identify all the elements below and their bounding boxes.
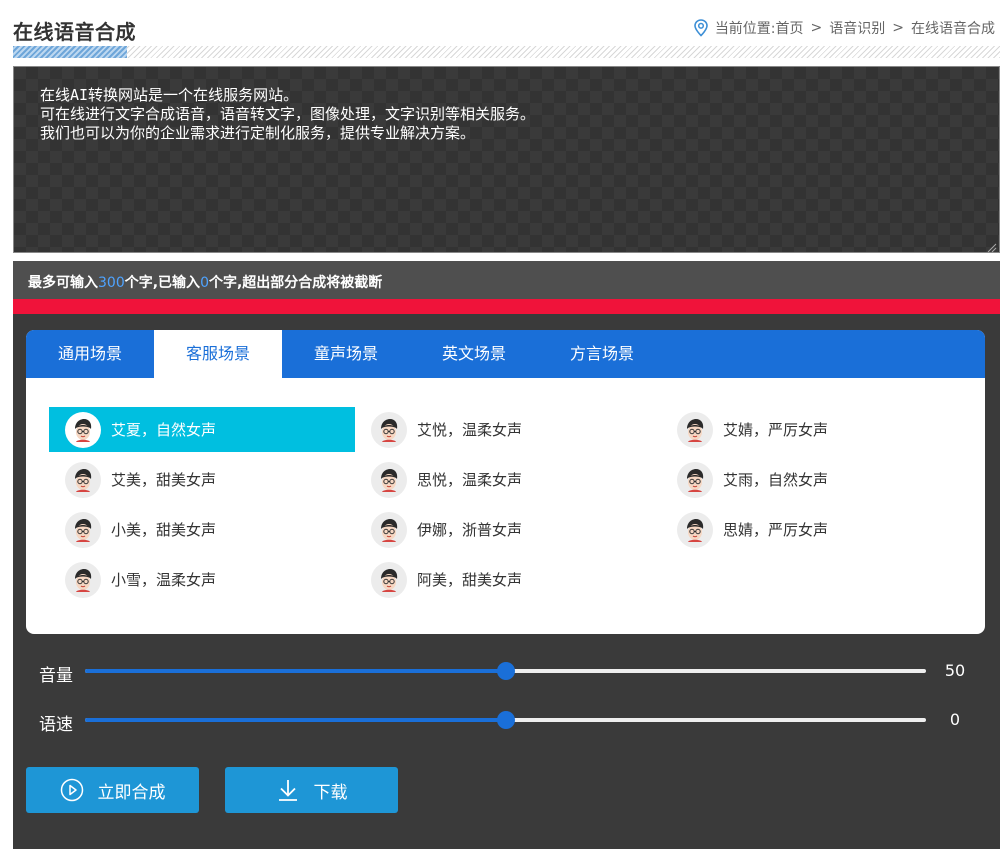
- voice-option-label: 伊娜，浙普女声: [417, 521, 523, 539]
- avatar-icon: [371, 411, 407, 448]
- voice-option-label: 艾雨，自然女声: [723, 471, 829, 489]
- alert-divider: [13, 299, 1000, 314]
- header-divider: [13, 46, 1000, 58]
- avatar-icon: [371, 511, 407, 548]
- voice-option-label: 艾美，甜美女声: [111, 471, 217, 489]
- voice-option-label: 艾夏，自然女声: [111, 421, 217, 439]
- breadcrumb-home-link[interactable]: 首页: [776, 18, 804, 38]
- voice-option[interactable]: 艾夏，自然女声: [49, 407, 355, 452]
- breadcrumb-prefix: 当前位置:: [714, 21, 776, 37]
- volume-label: 音量: [39, 666, 73, 686]
- voice-selector-card: 通用场景 客服场景 童声场景 英文场景 方言场景 艾夏，自然女声 艾悦，温柔女声艾…: [26, 330, 985, 634]
- avatar-icon: [371, 561, 407, 598]
- voice-option[interactable]: 小美，甜美女声: [49, 507, 355, 552]
- speed-value: 0: [949, 710, 961, 729]
- avatar-icon: [65, 561, 101, 598]
- volume-slider[interactable]: [85, 662, 926, 680]
- avatar-icon: [65, 411, 101, 448]
- tab-general[interactable]: 通用场景: [26, 330, 154, 378]
- breadcrumb-current: 在线语音合成: [911, 21, 995, 37]
- voice-option[interactable]: 伊娜，浙普女声: [355, 507, 661, 552]
- speed-label: 语速: [39, 715, 73, 735]
- voice-option[interactable]: 思婧，严厉女声: [661, 507, 967, 552]
- voice-option-label: 小美，甜美女声: [111, 521, 217, 539]
- location-pin-icon: [693, 19, 709, 37]
- tab-english[interactable]: 英文场景: [410, 330, 538, 378]
- voice-option[interactable]: 小雪，温柔女声: [49, 557, 355, 602]
- breadcrumb-separator: >: [810, 20, 823, 36]
- voice-option[interactable]: 艾雨，自然女声: [661, 457, 967, 502]
- voice-option-label: 思婧，严厉女声: [723, 521, 829, 539]
- voice-option[interactable]: 阿美，甜美女声: [355, 557, 661, 602]
- voice-option[interactable]: 思悦，温柔女声: [355, 457, 661, 502]
- text-line: 在线AI转换网站是一个在线服务网站。: [40, 86, 299, 104]
- voice-option-label: 小雪，温柔女声: [111, 571, 217, 589]
- counter-middle: 个字,已输入: [124, 275, 201, 291]
- char-counter: 最多可输入300个字,已输入0个字,超出部分合成将被截断: [28, 272, 382, 292]
- resize-handle-icon[interactable]: [985, 238, 997, 253]
- download-button-label: 下载: [313, 782, 348, 803]
- voice-option[interactable]: 艾美，甜美女声: [49, 457, 355, 502]
- text-input-area[interactable]: 在线AI转换网站是一个在线服务网站。 可在线进行文字合成语音，语音转文字，图像处…: [13, 66, 1000, 253]
- counter-suffix: 个字,超出部分合成将被截断: [208, 275, 383, 291]
- tab-customer-service[interactable]: 客服场景: [154, 330, 282, 378]
- avatar-icon: [65, 461, 101, 498]
- header-divider-accent: [13, 46, 127, 58]
- text-line: 我们也可以为你的企业需求进行定制化服务，提供专业解决方案。: [40, 124, 476, 142]
- counter-prefix: 最多可输入: [28, 275, 98, 291]
- counter-current: 0: [200, 275, 209, 291]
- page-title: 在线语音合成: [13, 20, 136, 44]
- download-icon: [276, 778, 300, 802]
- text-line: 可在线进行文字合成语音，语音转文字，图像处理，文字识别等相关服务。: [40, 105, 536, 123]
- avatar-icon: [65, 511, 101, 548]
- avatar-icon: [677, 411, 713, 448]
- voice-option-label: 思悦，温柔女声: [417, 471, 523, 489]
- voice-option-label: 阿美，甜美女声: [417, 571, 523, 589]
- speed-slider-fill: [85, 718, 506, 722]
- voice-option[interactable]: 艾婧，严厉女声: [661, 407, 967, 452]
- breadcrumb-separator: >: [892, 20, 904, 36]
- play-circle-icon: [60, 778, 84, 802]
- breadcrumb-speech-recognition-link[interactable]: 语音识别: [829, 18, 885, 38]
- tab-child-voice[interactable]: 童声场景: [282, 330, 410, 378]
- speed-slider-thumb[interactable]: [496, 711, 515, 729]
- download-button[interactable]: 下载: [225, 767, 398, 813]
- voice-option-label: 艾悦，温柔女声: [417, 421, 523, 439]
- tab-dialect[interactable]: 方言场景: [538, 330, 666, 378]
- breadcrumb: 当前位置: 首页 > 语音识别 > 在线语音合成: [693, 18, 995, 38]
- synthesize-button-label: 立即合成: [97, 782, 166, 803]
- scene-tabs: 通用场景 客服场景 童声场景 英文场景 方言场景: [26, 330, 985, 378]
- char-counter-bar: 最多可输入300个字,已输入0个字,超出部分合成将被截断: [13, 261, 1000, 299]
- volume-slider-fill: [85, 669, 506, 673]
- avatar-icon: [677, 461, 713, 498]
- counter-max: 300: [98, 275, 125, 291]
- voice-option[interactable]: 艾悦，温柔女声: [355, 407, 661, 452]
- volume-value: 50: [944, 661, 966, 680]
- avatar-icon: [677, 511, 713, 548]
- voice-option-label: 艾婧，严厉女声: [723, 421, 829, 439]
- avatar-icon: [371, 461, 407, 498]
- synthesize-button[interactable]: 立即合成: [26, 767, 199, 813]
- speed-slider[interactable]: [85, 711, 926, 729]
- volume-slider-thumb[interactable]: [496, 662, 515, 680]
